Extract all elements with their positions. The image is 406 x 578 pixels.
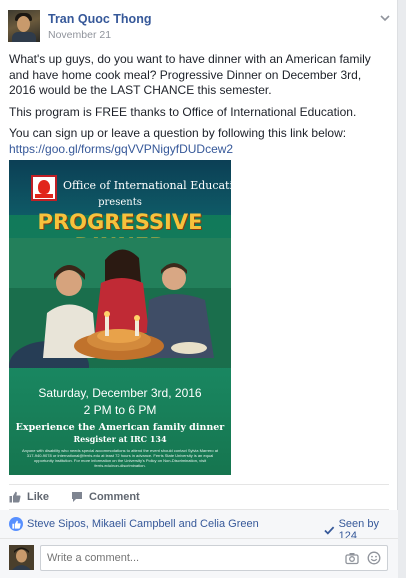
poster-presents: presents	[98, 197, 142, 208]
post-card: Tran Quoc Thong November 21 What's up gu…	[0, 0, 398, 578]
event-poster-image[interactable]: Office of International Education presen…	[9, 160, 231, 475]
post-paragraph: This program is FREE thanks to Office of…	[9, 104, 357, 119]
camera-icon[interactable]	[345, 551, 359, 565]
thumbs-up-icon[interactable]	[9, 517, 23, 531]
poster-org-name: Office of International Education	[63, 179, 231, 192]
post-date[interactable]: November 21	[48, 29, 111, 41]
poster-tagline: Experience the American family dinner	[15, 422, 225, 433]
post-action-bar: Like Comment	[9, 484, 389, 510]
post-paragraph: What's up guys, do you want to have dinn…	[9, 52, 371, 98]
comment-icon	[72, 492, 82, 502]
post-paragraph: You can sign up or leave a question by f…	[9, 126, 389, 157]
emoji-icon[interactable]	[367, 551, 381, 565]
comment-input[interactable]	[47, 552, 327, 564]
comment-box[interactable]	[40, 545, 388, 571]
signup-link[interactable]: https://goo.gl/forms/gqVVPNigyfDUDcew2	[9, 142, 389, 158]
poster-register: Resgister at IRC 134	[73, 434, 167, 444]
chevron-down-icon[interactable]	[379, 12, 391, 24]
post-paragraph-text: You can sign up or leave a question by f…	[9, 126, 347, 141]
post-text: What's up guys, do you want to have dinn…	[9, 52, 389, 158]
like-icon	[9, 491, 21, 503]
user-avatar	[9, 545, 34, 570]
comment-label: Comment	[89, 491, 140, 503]
poster-date: Saturday, December 3rd, 2016	[38, 386, 202, 400]
comment-composer	[0, 538, 398, 578]
like-label: Like	[27, 491, 50, 503]
comment-button[interactable]: Comment	[71, 491, 140, 503]
checkmark-icon	[324, 526, 335, 535]
like-button[interactable]: Like	[9, 491, 49, 503]
author-name[interactable]: Tran Quoc Thong	[48, 12, 151, 26]
post-header: Tran Quoc Thong November 21	[8, 10, 391, 44]
reactions-bar: Steve Sipos, Mikaeli Campbell and Celia …	[0, 510, 398, 542]
likers-list[interactable]: Steve Sipos, Mikaeli Campbell and Celia …	[27, 518, 259, 530]
author-avatar[interactable]	[8, 10, 40, 42]
poster-time: 2 PM to 6 PM	[83, 403, 157, 417]
family-dinner-photo	[9, 238, 231, 368]
poster-fine-print: Anyone with disability who needs special…	[21, 448, 219, 468]
